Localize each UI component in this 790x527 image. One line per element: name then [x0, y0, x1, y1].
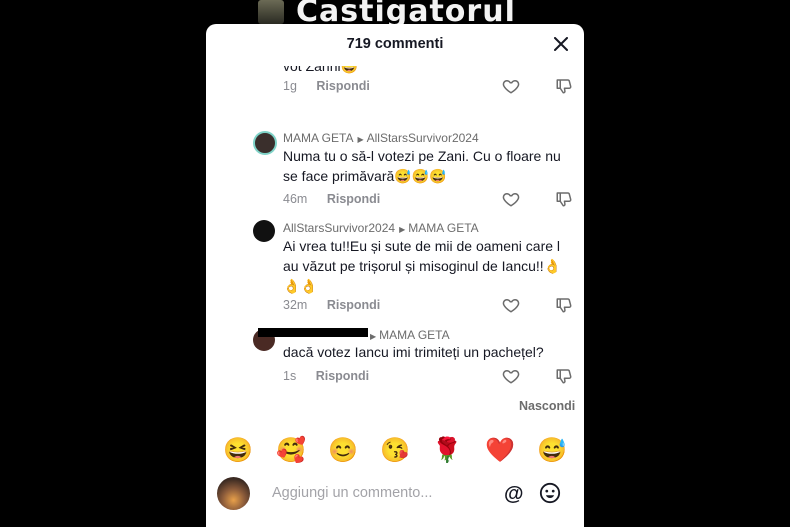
- heart-icon[interactable]: [502, 367, 520, 385]
- comment-meta: 1s Rispondi: [283, 369, 369, 383]
- comments-count-title: 719 commenti: [346, 36, 444, 52]
- comment-composer: @: [206, 472, 584, 522]
- comment-item: AllStarsSurvivor2024 ▶ MAMA GETA Ai vrea t…: [206, 218, 584, 318]
- quick-emoji-bar: 😆 🥰 😊 😘 🌹 ❤️ 😅: [206, 432, 584, 472]
- comment-meta: 46m Rispondi: [283, 192, 380, 206]
- avatar[interactable]: [253, 131, 277, 155]
- current-user-avatar: [217, 477, 250, 510]
- close-button[interactable]: [550, 33, 572, 55]
- smiley-icon[interactable]: [539, 482, 561, 504]
- thumbs-down-icon[interactable]: [555, 367, 573, 385]
- heart-icon[interactable]: [502, 296, 520, 314]
- comments-sheet: 719 commenti vot Zanni😅 1g Rispondi MAMA…: [206, 24, 584, 527]
- reply-button[interactable]: Rispondi: [316, 79, 369, 93]
- reply-button[interactable]: Rispondi: [327, 192, 380, 206]
- reply-arrow-icon: ▶: [370, 332, 377, 341]
- comments-list[interactable]: vot Zanni😅 1g Rispondi MAMA GETA ▶ AllStar…: [206, 66, 584, 432]
- emoji-button[interactable]: ❤️: [485, 436, 515, 466]
- comment-meta: 1g Rispondi: [283, 79, 370, 93]
- comment-meta: 32m Rispondi: [283, 298, 380, 312]
- reply-to-user[interactable]: MAMA GETA: [379, 328, 449, 342]
- reply-arrow-icon: ▶: [357, 135, 364, 144]
- reply-to-user[interactable]: AllStarsSurvivor2024: [367, 131, 479, 145]
- comment-author[interactable]: MAMA GETA: [283, 131, 353, 145]
- comment-time: 1s: [283, 369, 297, 383]
- thumbs-down-icon[interactable]: [555, 190, 573, 208]
- comment-text: Ai vrea tu!!Eu și sute de mii de oameni …: [283, 238, 562, 294]
- emoji-button[interactable]: 😆: [223, 436, 253, 466]
- comment-input[interactable]: [270, 484, 494, 502]
- heart-icon[interactable]: [502, 190, 520, 208]
- comment-author-line: AllStarsSurvivor2024 ▶ MAMA GETA: [283, 221, 479, 235]
- comment-text: Numa tu o să-l votezi pe Zani. Cu o floa…: [283, 148, 561, 184]
- reply-to-user[interactable]: MAMA GETA: [408, 221, 478, 235]
- comment-item: vot Zanni😅 1g Rispondi: [206, 66, 584, 114]
- reply-button[interactable]: Rispondi: [327, 298, 380, 312]
- comments-header: 719 commenti: [206, 24, 584, 66]
- heart-icon[interactable]: [502, 77, 520, 95]
- comment-item: ▶ MAMA GETA dacă votez Iancu imi trimiteț…: [206, 328, 584, 398]
- comment-item: MAMA GETA ▶ AllStarsSurvivor2024 Numa tu o…: [206, 128, 584, 218]
- emoji-button[interactable]: 😘: [380, 436, 410, 466]
- thumbs-down-icon[interactable]: [555, 77, 573, 95]
- reply-arrow-icon: ▶: [399, 225, 406, 234]
- comment-author[interactable]: AllStarsSurvivor2024: [283, 221, 395, 235]
- comment-time: 32m: [283, 298, 308, 312]
- comment-author-line: ▶ MAMA GETA: [366, 328, 450, 342]
- reply-button[interactable]: Rispondi: [316, 369, 369, 383]
- emoji-button[interactable]: 😅: [537, 436, 567, 466]
- comment-author-line: MAMA GETA ▶ AllStarsSurvivor2024: [283, 131, 479, 145]
- emoji-button[interactable]: 🥰: [276, 436, 306, 466]
- emoji-button[interactable]: 😊: [328, 436, 358, 466]
- close-icon: [554, 37, 568, 51]
- emoji-button[interactable]: 🌹: [432, 436, 462, 466]
- video-figure: [258, 0, 284, 24]
- comment-text: dacă votez Iancu imi trimiteți un pacheț…: [283, 344, 544, 360]
- comment-time: 46m: [283, 192, 308, 206]
- thumbs-down-icon[interactable]: [555, 296, 573, 314]
- comment-time: 1g: [283, 79, 297, 93]
- mention-button[interactable]: @: [504, 483, 524, 506]
- redacted-username: [258, 328, 368, 337]
- comment-text: vot Zanni😅: [283, 66, 359, 74]
- avatar[interactable]: [253, 220, 275, 242]
- hide-replies-button[interactable]: Nascondi: [519, 399, 575, 413]
